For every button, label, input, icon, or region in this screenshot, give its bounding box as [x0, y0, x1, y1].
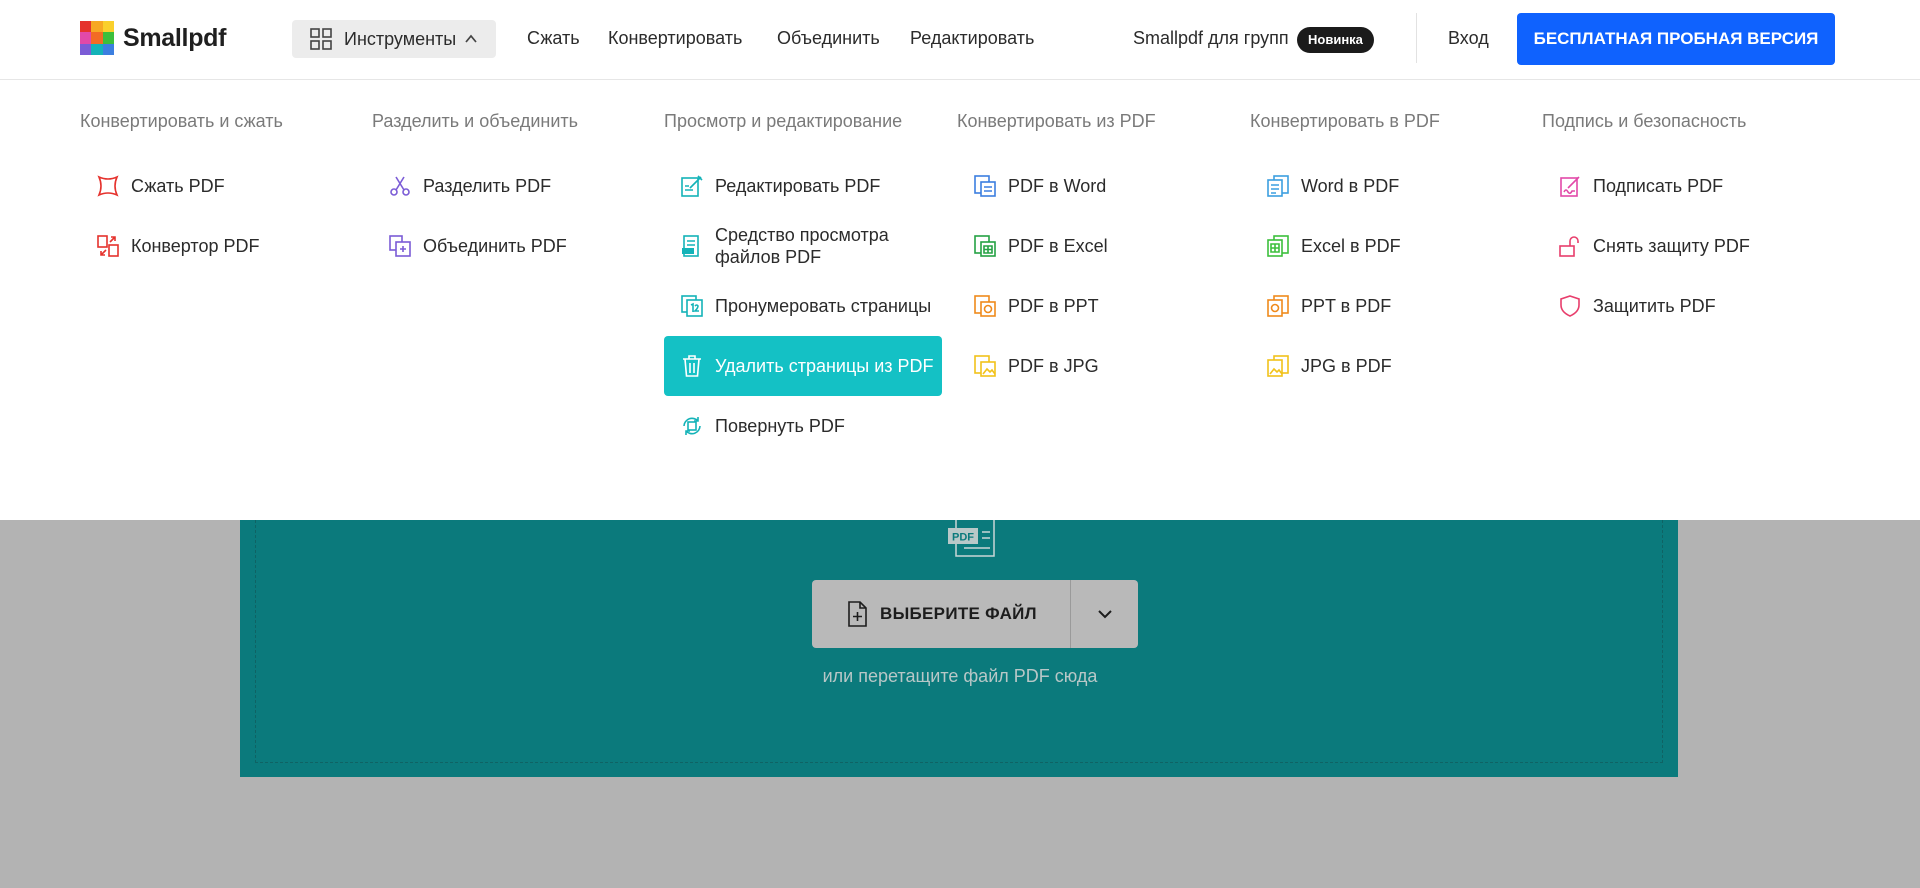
- nav-teams[interactable]: Smallpdf для групп: [1133, 28, 1289, 49]
- convert-icon: [97, 235, 119, 257]
- viewer-icon: [682, 235, 699, 257]
- upload-dropzone[interactable]: PDF ВЫБЕРИТЕ ФАЙЛ или перетащите файл PD…: [240, 520, 1678, 777]
- choose-file-label: ВЫБЕРИТЕ ФАЙЛ: [880, 604, 1037, 623]
- logo[interactable]: Smallpdf: [80, 21, 226, 55]
- menu-item-ppt-to-pdf[interactable]: PPT в PDF: [1250, 276, 1528, 336]
- menu-item-pdf-to-excel[interactable]: PDF в Excel: [957, 216, 1235, 276]
- menu-item-label: Редактировать PDF: [715, 176, 881, 196]
- chevron-down-icon: [1097, 610, 1112, 619]
- menu-item-label: Конвертор PDF: [131, 236, 260, 256]
- edit-icon: [681, 175, 703, 197]
- menu-item-label: Word в PDF: [1301, 176, 1400, 196]
- menu-item-label: Подписать PDF: [1593, 176, 1724, 196]
- menu-item-label: Повернуть PDF: [715, 416, 845, 436]
- menu-item-pdf-to-ppt[interactable]: PDF в PPT: [957, 276, 1235, 336]
- menu-item-word-to-pdf[interactable]: Word в PDF: [1250, 156, 1528, 216]
- chevron-up-icon: [465, 34, 477, 43]
- menu-item-pdf-to-jpg[interactable]: PDF в JPG: [957, 336, 1235, 396]
- menu-item-protect-pdf[interactable]: Защитить PDF: [1542, 276, 1820, 336]
- menu-item-label: PDF в Word: [1008, 176, 1107, 196]
- page-numbers-icon: [681, 295, 703, 317]
- menu-item-pdf-converter[interactable]: Конвертор PDF: [80, 216, 358, 276]
- menu-item-label: Средство просмотра файлов PDF: [715, 225, 889, 267]
- top-header: Smallpdf Инструменты Сжать Конвертироват…: [0, 0, 1920, 80]
- menu-item-delete-pages[interactable]: Удалить страницы из PDF: [664, 336, 942, 396]
- trash-icon: [683, 355, 701, 377]
- word-to-pdf-icon: [1267, 175, 1289, 197]
- nav-merge[interactable]: Объединить: [777, 28, 880, 49]
- menu-item-label: Excel в PDF: [1301, 236, 1401, 256]
- menu-item-pdf-to-word[interactable]: PDF в Word: [957, 156, 1235, 216]
- menu-item-label: PDF в PPT: [1008, 296, 1099, 316]
- menu-item-compress-pdf[interactable]: Сжать PDF: [80, 156, 358, 216]
- menu-item-label: JPG в PDF: [1301, 356, 1392, 376]
- nav-convert[interactable]: Конвертировать: [608, 28, 742, 49]
- menu-item-label: Защитить PDF: [1593, 296, 1716, 316]
- menu-item-number-pages[interactable]: Пронумеровать страницы: [664, 276, 942, 336]
- column-title: Разделить и объединить: [372, 111, 578, 131]
- menu-item-rotate-pdf[interactable]: Повернуть PDF: [664, 396, 942, 456]
- menu-item-label: Разделить PDF: [423, 176, 552, 196]
- column-title: Просмотр и редактирование: [664, 111, 903, 131]
- drop-hint-text: или перетащите файл PDF сюда: [822, 666, 1098, 686]
- menu-item-label: Объединить PDF: [423, 236, 567, 256]
- login-link[interactable]: Вход: [1448, 28, 1489, 49]
- merge-icon: [389, 235, 411, 257]
- grid-icon: [310, 28, 332, 50]
- logo-icon: [80, 21, 114, 55]
- excel-to-pdf-icon: [1267, 235, 1289, 257]
- column-title: Конвертировать и сжать: [80, 111, 283, 131]
- dropzone-border: PDF ВЫБЕРИТЕ ФАЙЛ или перетащите файл PD…: [255, 520, 1663, 763]
- compress-icon: [97, 175, 119, 197]
- jpg-to-pdf-icon: [1267, 355, 1289, 377]
- menu-item-label: Удалить страницы из PDF: [715, 356, 934, 376]
- menu-item-jpg-to-pdf[interactable]: JPG в PDF: [1250, 336, 1528, 396]
- new-badge: Новинка: [1297, 27, 1374, 53]
- choose-source-dropdown[interactable]: [1071, 580, 1138, 648]
- menu-item-sign-pdf[interactable]: Подписать PDF: [1542, 156, 1820, 216]
- pdf-file-icon: PDF: [948, 520, 995, 557]
- menu-item-excel-to-pdf[interactable]: Excel в PDF: [1250, 216, 1528, 276]
- column-title: Конвертировать из PDF: [957, 111, 1156, 131]
- unlock-icon: [1559, 236, 1579, 257]
- header-divider: [1416, 13, 1417, 63]
- menu-item-edit-pdf[interactable]: Редактировать PDF: [664, 156, 942, 216]
- tools-menu-button[interactable]: Инструменты: [292, 20, 496, 58]
- scissors-icon: [390, 176, 410, 196]
- menu-item-merge-pdf[interactable]: Объединить PDF: [372, 216, 650, 276]
- menu-item-label: Снять защиту PDF: [1593, 236, 1750, 256]
- column-title: Подпись и безопасность: [1542, 111, 1747, 131]
- sign-icon: [1560, 176, 1580, 197]
- tools-mega-menu: Конвертировать и сжать Сжать PDF Конверт…: [0, 80, 1920, 520]
- ppt-to-pdf-icon: [1267, 295, 1289, 317]
- shield-icon: [1560, 295, 1580, 317]
- nav-edit[interactable]: Редактировать: [910, 28, 1034, 49]
- menu-item-label: Сжать PDF: [131, 176, 225, 196]
- choose-file-button-group: ВЫБЕРИТЕ ФАЙЛ: [812, 580, 1138, 648]
- pdf-to-jpg-icon: [974, 355, 996, 377]
- menu-item-label: Пронумеровать страницы: [715, 296, 932, 316]
- free-trial-button[interactable]: БЕСПЛАТНАЯ ПРОБНАЯ ВЕРСИЯ: [1517, 13, 1835, 65]
- logo-text: Smallpdf: [123, 23, 227, 52]
- menu-item-label: PDF в JPG: [1008, 356, 1099, 376]
- nav-compress[interactable]: Сжать: [527, 28, 580, 49]
- rotate-icon: [683, 417, 701, 435]
- pdf-to-ppt-icon: [974, 295, 996, 317]
- choose-file-button[interactable]: ВЫБЕРИТЕ ФАЙЛ: [812, 580, 1070, 648]
- menu-item-pdf-viewer[interactable]: Средство просмотра файлов PDF: [664, 216, 942, 276]
- pdf-to-word-icon: [974, 175, 996, 197]
- menu-item-label: PDF в Excel: [1008, 236, 1108, 256]
- tools-menu-label: Инструменты: [344, 28, 457, 49]
- file-add-icon: [848, 601, 867, 627]
- menu-item-split-pdf[interactable]: Разделить PDF: [372, 156, 650, 216]
- menu-item-unlock-pdf[interactable]: Снять защиту PDF: [1542, 216, 1820, 276]
- pdf-file-icon-label: PDF: [952, 532, 974, 544]
- column-title: Конвертировать в PDF: [1250, 111, 1440, 131]
- menu-item-label: PPT в PDF: [1301, 296, 1392, 316]
- pdf-to-excel-icon: [974, 235, 996, 257]
